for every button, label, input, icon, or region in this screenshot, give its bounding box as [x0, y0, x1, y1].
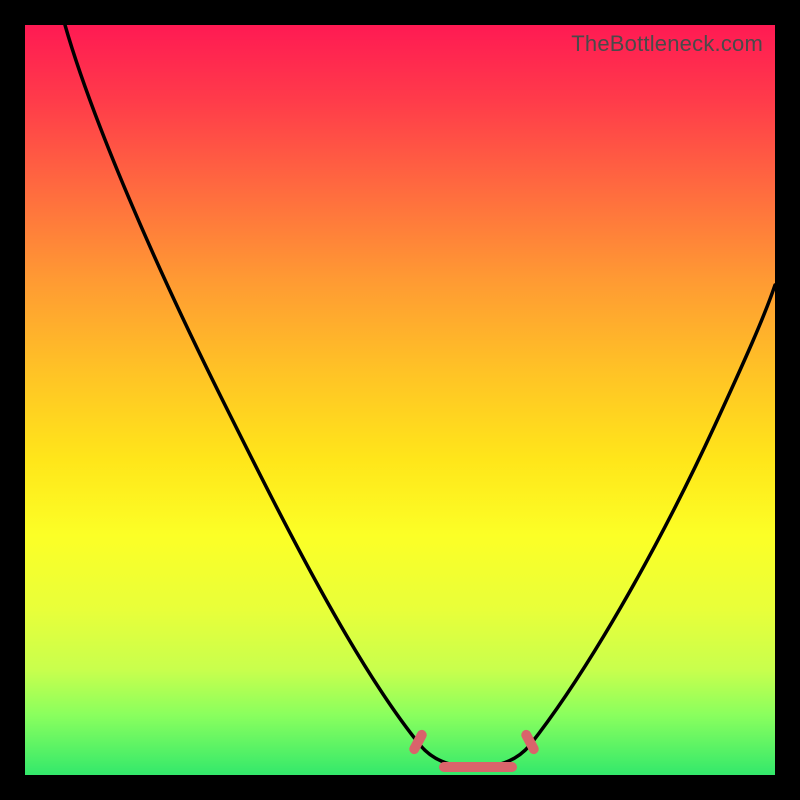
bottleneck-curve	[25, 25, 775, 775]
highlight-flat	[439, 762, 517, 772]
chart-frame: TheBottleneck.com	[0, 0, 800, 800]
plot-area: TheBottleneck.com	[25, 25, 775, 775]
curve-right-ascent	[530, 285, 775, 745]
curve-left-descent	[65, 25, 420, 745]
